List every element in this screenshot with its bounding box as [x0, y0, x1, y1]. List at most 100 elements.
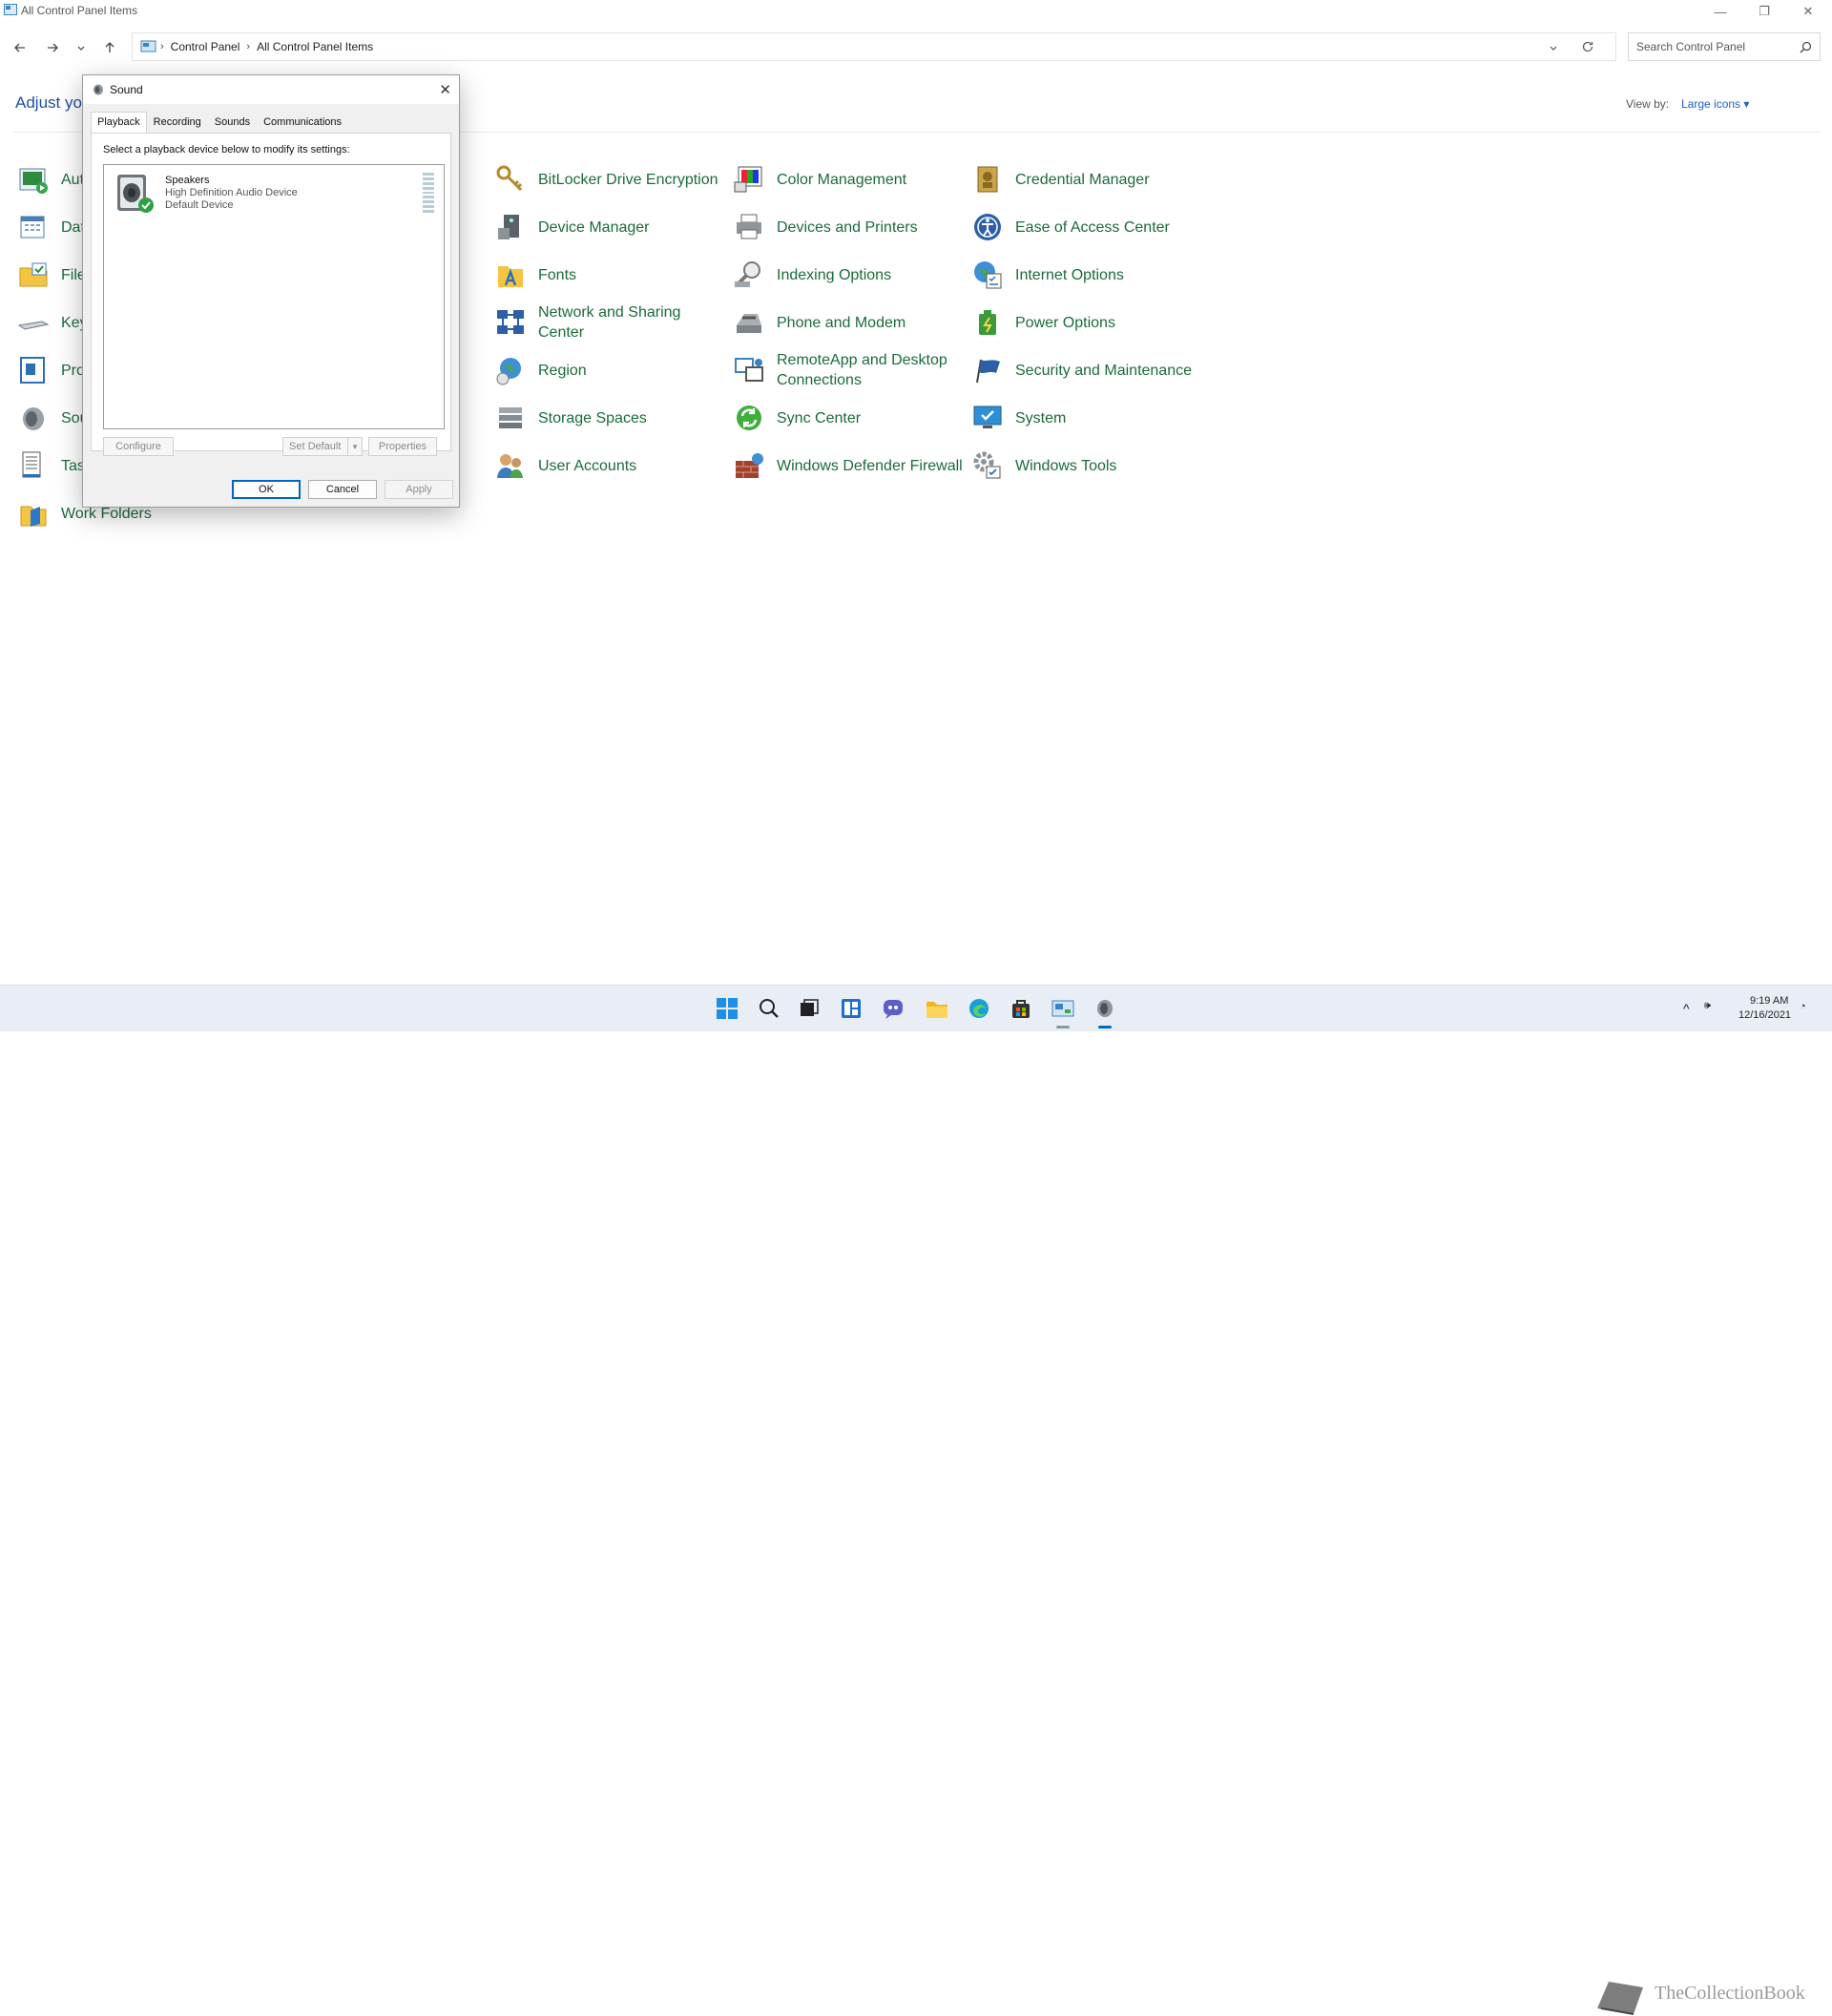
cp-item-phone-modem[interactable]: Phone and Modem: [733, 301, 968, 343]
cp-item-credential-manager[interactable]: Credential Manager: [971, 158, 1206, 200]
cp-item-label: Devices and Printers: [777, 218, 918, 236]
cp-item-label: Storage Spaces: [538, 409, 647, 426]
speaker-icon: [23, 407, 44, 430]
apply-button[interactable]: Apply: [385, 480, 453, 499]
tab-recording[interactable]: Recording: [147, 112, 208, 133]
cp-item-label: Power Options: [1015, 314, 1115, 331]
set-default-dropdown[interactable]: ▾: [347, 438, 362, 455]
chat-button[interactable]: [880, 995, 906, 1022]
clock-date[interactable]: 12/16/2021: [1738, 1009, 1791, 1021]
cp-item-security-maintenance[interactable]: Security and Maintenance: [971, 349, 1206, 391]
cp-item-internet-options[interactable]: Internet Options: [971, 254, 1206, 296]
sync-center-icon: [737, 405, 761, 430]
refresh-button[interactable]: [1581, 40, 1594, 56]
cp-item-power-options[interactable]: Power Options: [971, 301, 1206, 343]
device-status: Default Device: [165, 199, 234, 211]
cp-item-devices-printers[interactable]: Devices and Printers: [733, 206, 968, 248]
cp-item-ease-of-access[interactable]: Ease of Access Center: [971, 206, 1206, 248]
ok-button[interactable]: OK: [232, 480, 301, 499]
cp-item-indexing[interactable]: Indexing Options: [733, 254, 968, 296]
dialog-tabs: Playback Recording Sounds Communications: [91, 112, 348, 133]
task-view-button[interactable]: [796, 995, 822, 1022]
breadcrumb-separator: ›: [246, 41, 251, 52]
cp-item-storage-spaces[interactable]: Storage Spaces: [494, 397, 729, 439]
clock-time[interactable]: 9:19 AM: [1750, 995, 1788, 1007]
configure-button[interactable]: Configure: [103, 437, 174, 456]
tab-communications[interactable]: Communications: [257, 112, 348, 133]
page-heading: Adjust you: [15, 94, 92, 112]
file-explorer-button[interactable]: [924, 995, 950, 1022]
device-item-speakers[interactable]: Speakers High Definition Audio Device De…: [108, 169, 434, 220]
window-title: All Control Panel Items: [21, 4, 138, 17]
sound-taskbar-button[interactable]: [1092, 995, 1118, 1022]
address-bar[interactable]: › Control Panel › All Control Panel Item…: [132, 32, 1616, 61]
tab-playback[interactable]: Playback: [91, 112, 147, 133]
cp-item-color-management[interactable]: Color Management: [733, 158, 968, 200]
cp-item-label: System: [1015, 409, 1067, 426]
dialog-title-bar: Sound ✕: [83, 75, 459, 104]
show-hidden-icons[interactable]: ^: [1683, 1001, 1690, 1016]
cp-item-sync-center[interactable]: Sync Center: [733, 397, 968, 439]
cp-item-fonts[interactable]: Fonts: [494, 254, 729, 296]
cp-item-system[interactable]: System: [971, 397, 1206, 439]
dialog-title: Sound: [110, 83, 143, 96]
cancel-button[interactable]: Cancel: [308, 480, 377, 499]
storage-spaces-icon: [499, 407, 522, 428]
playback-device-list[interactable]: Speakers High Definition Audio Device De…: [103, 164, 445, 429]
search-icon: [1800, 41, 1812, 53]
view-by-dropdown[interactable]: Large icons ▾: [1681, 97, 1749, 111]
speaker-icon: [1097, 1000, 1113, 1017]
svg-text:TheCollectionBook: TheCollectionBook: [1655, 1983, 1805, 2004]
edge-button[interactable]: [966, 995, 992, 1022]
control-panel-taskbar-button[interactable]: [1050, 995, 1076, 1022]
cp-item-user-accounts[interactable]: User Accounts: [494, 445, 729, 487]
watermark-logo: TheCollectionBook: [1597, 1982, 1805, 2015]
dialog-close-button[interactable]: ✕: [439, 81, 451, 98]
phone-modem-icon: [737, 314, 761, 333]
device-driver: High Definition Audio Device: [165, 187, 298, 198]
recent-locations-button[interactable]: [69, 36, 94, 59]
store-button[interactable]: [1008, 995, 1034, 1022]
tab-sounds[interactable]: Sounds: [208, 112, 257, 133]
notification-icon[interactable]: ◔: [1800, 1001, 1806, 1012]
taskbar: TheCollectionBook ^ 🕪 9:19 AM 12/16/2021…: [0, 985, 1832, 2015]
sound-dialog: Sound ✕ Playback Recording Sounds Commun…: [82, 74, 460, 508]
widgets-button[interactable]: [838, 995, 864, 1022]
search-taskbar-button[interactable]: [756, 995, 782, 1022]
widgets-icon: [842, 999, 861, 1018]
set-default-button[interactable]: Set Default ▾: [282, 437, 363, 456]
speaker-icon: [94, 84, 103, 95]
up-button[interactable]: [97, 36, 122, 59]
minimize-button[interactable]: —: [1698, 0, 1742, 23]
breadcrumb-control-panel[interactable]: Control Panel: [171, 40, 240, 53]
restore-button[interactable]: ❐: [1742, 0, 1786, 23]
control-panel-icon: [1051, 1000, 1074, 1017]
tray-volume-icon[interactable]: 🕪: [1704, 1000, 1711, 1012]
cp-item-firewall[interactable]: Windows Defender Firewall: [733, 445, 968, 487]
calendar-clock-icon: [20, 216, 45, 239]
breadcrumb-all-items[interactable]: All Control Panel Items: [257, 40, 373, 53]
cp-item-region[interactable]: Region: [494, 349, 729, 391]
view-by-value: Large icons: [1681, 97, 1741, 111]
back-button[interactable]: [8, 36, 32, 59]
cp-item-network-sharing[interactable]: Network and Sharing Center: [494, 301, 729, 343]
cp-item-device-manager[interactable]: Device Manager: [494, 206, 729, 248]
printer-icon: [737, 214, 761, 239]
search-input[interactable]: Search Control Panel: [1628, 32, 1821, 61]
address-history-dropdown[interactable]: [1549, 42, 1558, 55]
forward-button[interactable]: [40, 36, 65, 59]
cp-item-label: Security and Maintenance: [1015, 362, 1192, 379]
properties-button[interactable]: Properties: [368, 437, 437, 456]
cp-item-label: Region: [538, 362, 587, 379]
start-button[interactable]: [714, 995, 740, 1022]
close-window-button[interactable]: ✕: [1786, 0, 1830, 23]
cp-item-label: Phone and Modem: [777, 314, 906, 331]
cp-item-label: Ease of Access Center: [1015, 218, 1170, 236]
breadcrumb-separator: ›: [160, 41, 164, 52]
cp-item-bitlocker[interactable]: BitLocker Drive Encryption: [494, 158, 729, 200]
cp-item-remoteapp[interactable]: RemoteApp and Desktop Connections: [733, 349, 968, 391]
cp-item-windows-tools[interactable]: Windows Tools: [971, 445, 1206, 487]
volume-meter: [423, 173, 434, 214]
folder-options-icon: [19, 262, 48, 287]
network-icon: [497, 310, 524, 334]
